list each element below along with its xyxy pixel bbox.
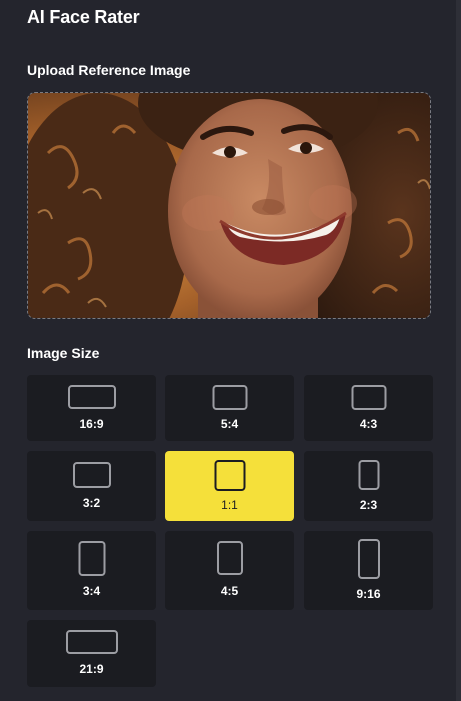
ratio-4-5-icon xyxy=(216,541,243,575)
ratio-3-4-icon xyxy=(78,541,105,576)
size-option-label: 21:9 xyxy=(79,662,104,676)
upload-section-label: Upload Reference Image xyxy=(27,62,191,78)
ratio-3-2-icon xyxy=(72,462,111,488)
ratio-1-1-icon xyxy=(214,460,245,491)
size-option-1-1[interactable]: 1:1 xyxy=(165,451,294,521)
size-option-label: 3:4 xyxy=(82,584,101,598)
size-option-5-4[interactable]: 5:4 xyxy=(165,375,294,441)
face-rater-panel: AI Face Rater Upload Reference Image Ima… xyxy=(0,0,461,701)
size-option-label: 3:2 xyxy=(82,496,101,510)
panel-title: AI Face Rater xyxy=(27,7,140,27)
ratio-5-4-icon xyxy=(212,385,247,410)
size-option-label: 4:3 xyxy=(359,417,378,431)
ratio-4-3-icon xyxy=(351,385,386,410)
ratio-21-9-icon xyxy=(65,630,118,654)
ratio-9-16-icon xyxy=(357,539,380,579)
size-option-4-5[interactable]: 4:5 xyxy=(165,531,294,610)
size-option-label: 16:9 xyxy=(79,417,104,431)
size-option-9-16[interactable]: 9:16 xyxy=(304,531,433,610)
size-option-21-9[interactable]: 21:9 xyxy=(27,620,156,687)
size-option-2-3[interactable]: 2:3 xyxy=(304,451,433,521)
size-option-label: 2:3 xyxy=(359,498,378,512)
scrollbar[interactable] xyxy=(456,0,461,701)
image-size-label: Image Size xyxy=(27,345,100,361)
size-option-16-9[interactable]: 16:9 xyxy=(27,375,156,441)
ratio-16-9-icon xyxy=(67,385,116,409)
size-option-4-3[interactable]: 4:3 xyxy=(304,375,433,441)
size-option-label: 5:4 xyxy=(220,417,239,431)
size-option-label: 4:5 xyxy=(220,584,239,598)
reference-image xyxy=(28,93,430,318)
ratio-2-3-icon xyxy=(358,460,379,490)
size-option-3-4[interactable]: 3:4 xyxy=(27,531,156,610)
upload-dropzone[interactable] xyxy=(27,92,431,319)
size-option-label: 1:1 xyxy=(221,498,238,512)
size-option-label: 9:16 xyxy=(356,587,381,601)
size-option-3-2[interactable]: 3:2 xyxy=(27,451,156,521)
